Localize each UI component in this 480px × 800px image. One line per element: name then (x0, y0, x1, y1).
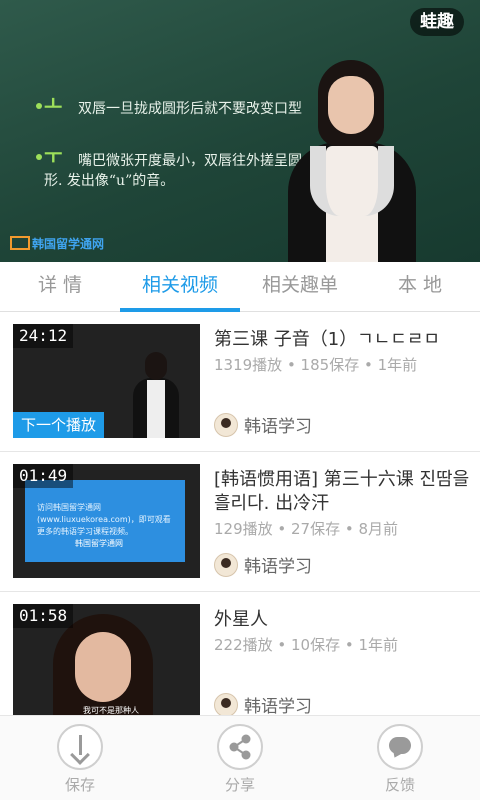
thumbnail-subtitle: 我可不是那种人 (83, 706, 139, 715)
video-thumbnail[interactable]: 我可不是那种人 01:58 (13, 604, 200, 715)
list-item[interactable]: 我可不是那种人 01:58 外星人 222播放 • 10保存 • 1年前 韩语学… (0, 592, 480, 715)
video-player[interactable]: 蛙趣 ㅗ 双唇一旦拢成圆形后就不要改变口型 ㅜ 嘴巴微张开度最小，双唇往外搓呈圆… (0, 0, 480, 262)
video-meta: 1319播放 • 185保存 • 1年前 (214, 356, 418, 374)
list-item[interactable]: 访问韩国留学通网(www.liuxuekorea.com)，即可观看更多的韩语学… (0, 452, 480, 592)
bullet-dot (36, 103, 42, 109)
tab-related-videos[interactable]: 相关视频 (120, 262, 240, 312)
tab-related-lists[interactable]: 相关趣单 (240, 262, 360, 311)
video-title[interactable]: [韩语惯用语] 第三十六课 진땀을 흘리다. 出冷汗 (214, 468, 474, 516)
duration-label: 01:58 (13, 604, 74, 628)
share-button[interactable]: 分享 (160, 716, 320, 800)
board-jamo-2: ㅜ (44, 144, 63, 168)
uploader-name: 韩语学习 (244, 697, 312, 715)
board-text-2a: 嘴巴微张开度最小，双唇往外搓呈圆 (78, 153, 302, 169)
save-label: 保存 (64, 776, 95, 794)
avatar (214, 692, 238, 715)
bullet-dot (36, 154, 42, 160)
avatar (214, 412, 238, 437)
thumbnail-screen: 访问韩国留学通网(www.liuxuekorea.com)，即可观看更多的韩语学… (25, 480, 185, 562)
tab-local[interactable]: 本 地 (360, 262, 480, 311)
brand-badge: 蛙趣 (410, 8, 464, 36)
uploader[interactable]: 韩语学习 (214, 412, 312, 437)
feedback-label: 反馈 (384, 776, 415, 794)
board-jamo-1: ㅗ (44, 92, 63, 116)
duration-label: 24:12 (13, 324, 74, 348)
teacher-figure (280, 60, 425, 262)
board-text-2b: 形. 发出像“u”的音。 (44, 173, 175, 189)
thumbnail-screen-text: 访问韩国留学通网(www.liuxuekorea.com)，即可观看更多的韩语学… (37, 503, 171, 536)
up-next-badge: 下一个播放 (13, 412, 105, 438)
share-label: 分享 (224, 776, 255, 794)
avatar (214, 552, 238, 577)
download-icon (57, 724, 103, 770)
video-title[interactable]: 外星人 (214, 608, 474, 632)
tab-details[interactable]: 详 情 (0, 262, 120, 311)
duration-label: 01:49 (13, 464, 74, 488)
share-icon (217, 724, 263, 770)
uploader-name: 韩语学习 (244, 417, 312, 437)
feedback-button[interactable]: 反馈 (320, 716, 480, 800)
save-button[interactable]: 保存 (0, 716, 160, 800)
watermark-logo-icon (10, 236, 30, 250)
player-watermark: 韩国留学通网 (10, 235, 104, 252)
list-item[interactable]: 24:12 下一个播放 第三课 子音（1）ㄱㄴㄷㄹㅁ 1319播放 • 185保… (0, 312, 480, 452)
video-meta: 129播放 • 27保存 • 8月前 (214, 520, 399, 538)
board-text-1: 双唇一旦拢成圆形后就不要改变口型 (78, 101, 302, 117)
video-thumbnail[interactable]: 24:12 下一个播放 (13, 324, 200, 438)
video-thumbnail[interactable]: 访问韩国留学通网(www.liuxuekorea.com)，即可观看更多的韩语学… (13, 464, 200, 578)
uploader-name: 韩语学习 (244, 557, 312, 577)
thumbnail-screen-logo: 韩国留学通网 (75, 539, 123, 548)
related-video-list[interactable]: 24:12 下一个播放 第三课 子音（1）ㄱㄴㄷㄹㅁ 1319播放 • 185保… (0, 312, 480, 715)
video-meta: 222播放 • 10保存 • 1年前 (214, 636, 399, 654)
chat-bubble-icon (377, 724, 423, 770)
tab-bar: 详 情 相关视频 相关趣单 本 地 (0, 262, 480, 312)
uploader[interactable]: 韩语学习 (214, 692, 312, 715)
thumbnail-teacher (131, 352, 181, 438)
uploader[interactable]: 韩语学习 (214, 552, 312, 577)
bottom-action-bar: 保存 分享 反馈 (0, 715, 480, 800)
video-title[interactable]: 第三课 子音（1）ㄱㄴㄷㄹㅁ (214, 328, 474, 352)
